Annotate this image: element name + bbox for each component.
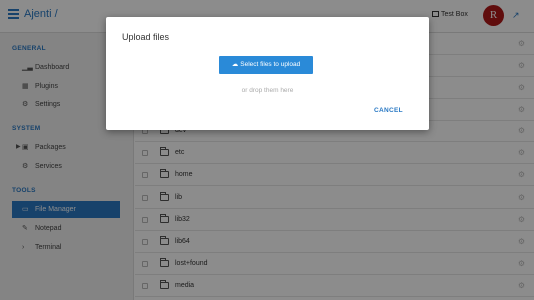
cancel-button[interactable]: CANCEL [374,107,403,114]
cloud-upload-icon: ☁ [231,61,239,68]
dialog-title: Upload files [122,32,170,42]
bottom-dock [120,296,420,300]
drop-zone-text[interactable]: or drop them here [106,87,429,94]
select-files-button[interactable]: ☁ Select files to upload [219,56,313,74]
upload-dialog: Upload files ☁ Select files to upload or … [106,17,429,130]
select-files-label: Select files to upload [240,61,301,68]
